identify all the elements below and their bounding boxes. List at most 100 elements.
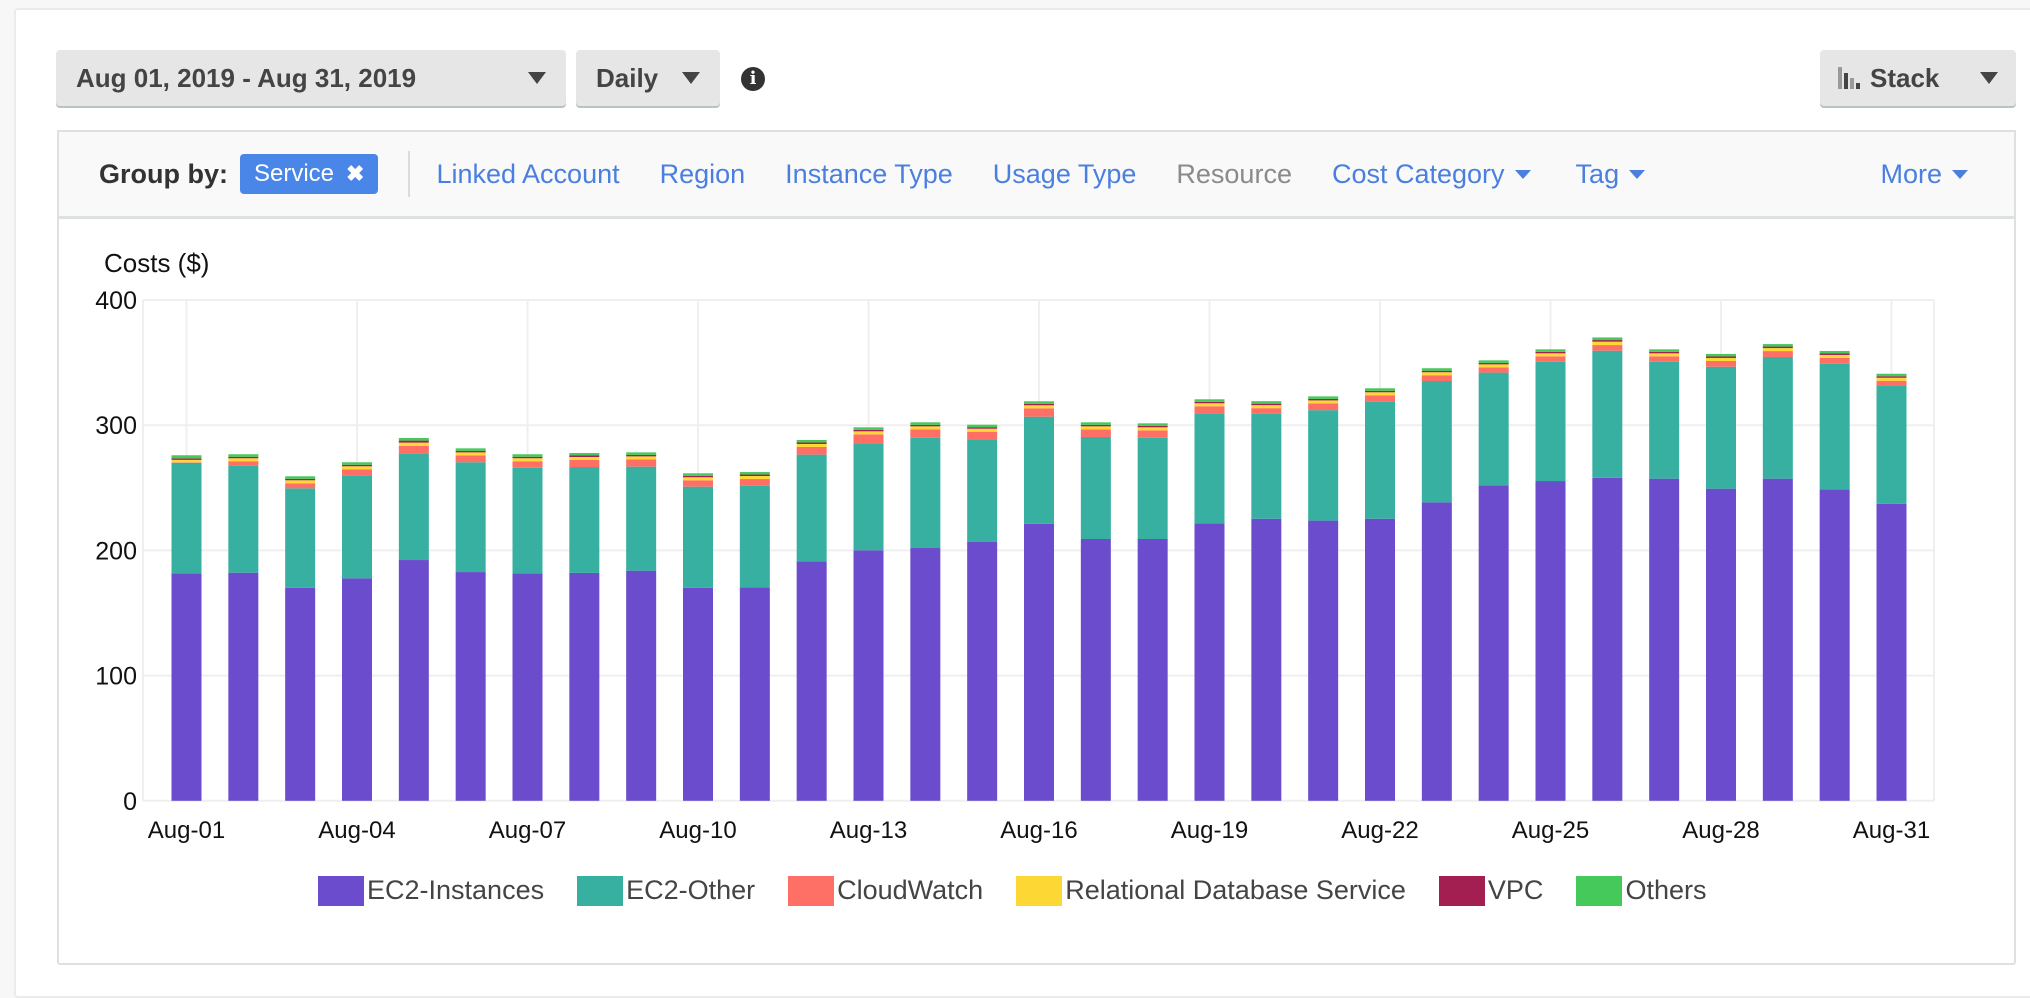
- bar-segment-cloudwatch: [569, 460, 600, 468]
- bar-segment-others: [1080, 422, 1111, 425]
- bar-segment-vpc: [1762, 346, 1793, 349]
- x-tick-label: Aug-10: [659, 817, 736, 844]
- bar-segment-cloudwatch: [285, 483, 316, 489]
- bar-segment-vpc: [1819, 353, 1850, 355]
- bar-segment-cloudwatch: [1706, 360, 1736, 367]
- bar-stack-aug-10: [683, 473, 713, 801]
- bar-segment-ec2-instances: [1478, 485, 1509, 801]
- y-tick-label: 200: [95, 537, 137, 565]
- x-tick-label: Aug-07: [489, 817, 566, 844]
- bar-segment-ec2-instances: [626, 570, 657, 801]
- bar-stack-aug-28: [1706, 353, 1736, 801]
- legend-swatch: [577, 875, 624, 906]
- y-tick-label: 300: [95, 412, 137, 440]
- bar-segment-others: [1308, 396, 1339, 399]
- bar-segment-vpc: [683, 475, 713, 478]
- bar-segment-ec2-instances: [1706, 488, 1736, 801]
- bar-segment-ec2-instances: [171, 573, 202, 801]
- bar-segment-ec2-other: [1876, 386, 1907, 504]
- bar-segment-ec2-other: [1251, 413, 1282, 519]
- legend-item-vpc[interactable]: VPC: [1438, 875, 1544, 906]
- bar-segment-cloudwatch: [1365, 395, 1395, 402]
- bar-segment-ec2-other: [569, 467, 600, 573]
- legend-item-ec2-other[interactable]: EC2-Other: [577, 875, 755, 906]
- bar-segment-ec2-other: [853, 443, 884, 551]
- bar-segment-cloudwatch: [1137, 430, 1168, 438]
- bar-segment-others: [455, 448, 486, 451]
- bar-stack-aug-19: [1194, 399, 1225, 801]
- bar-segment-ec2-instances: [1308, 520, 1339, 801]
- bar-segment-ec2-other: [626, 466, 657, 571]
- x-tick-label: Aug-01: [148, 817, 225, 844]
- bar-segment-ec2-other: [1421, 381, 1452, 503]
- bar-segment-ec2-other: [910, 437, 941, 549]
- bar-segment-ec2-other: [285, 488, 316, 588]
- bar-segment-others: [683, 473, 713, 476]
- bar-segment-relational-database-service: [853, 431, 884, 435]
- legend-label: CloudWatch: [837, 875, 984, 905]
- bar-segment-ec2-other: [1024, 416, 1054, 524]
- bar-segment-cloudwatch: [455, 455, 486, 463]
- bar-segment-relational-database-service: [626, 456, 657, 460]
- bar-segment-ec2-other: [1478, 372, 1509, 486]
- bar-stack-aug-22: [1365, 388, 1395, 801]
- bar-segment-relational-database-service: [1762, 348, 1793, 352]
- bar-segment-others: [1251, 401, 1282, 404]
- legend-item-cloudwatch[interactable]: CloudWatch: [788, 875, 983, 906]
- bar-stack-aug-24: [1478, 360, 1509, 801]
- bar-segment-vpc: [626, 454, 657, 457]
- bar-segment-relational-database-service: [569, 457, 600, 461]
- bar-segment-relational-database-service: [1649, 353, 1680, 357]
- bar-stack-aug-30: [1819, 350, 1850, 801]
- bar-stack-aug-11: [739, 472, 770, 801]
- bar-stack-aug-12: [796, 439, 827, 801]
- bar-segment-ec2-other: [1137, 437, 1168, 540]
- legend-item-ec2-instances[interactable]: EC2-Instances: [318, 875, 544, 906]
- bar-segment-cloudwatch: [1535, 356, 1566, 362]
- bar-segment-ec2-instances: [1592, 477, 1623, 801]
- legend-item-others[interactable]: Others: [1576, 875, 1706, 906]
- bar-segment-relational-database-service: [796, 443, 827, 447]
- bar-segment-others: [910, 422, 941, 425]
- bar-segment-vpc: [910, 424, 941, 427]
- bar-segment-others: [512, 454, 543, 457]
- legend-label: Relational Database Service: [1065, 875, 1406, 905]
- bar-segment-vpc: [228, 456, 259, 459]
- bar-segment-others: [1137, 423, 1168, 426]
- bar-segment-others: [1365, 388, 1395, 391]
- bar-segment-ec2-other: [1308, 410, 1339, 521]
- bar-segment-relational-database-service: [398, 442, 429, 446]
- bar-segment-ec2-instances: [796, 561, 827, 801]
- bar-segment-others: [1194, 399, 1225, 402]
- bar-segment-ec2-other: [1194, 413, 1225, 524]
- legend-label: VPC: [1487, 875, 1544, 905]
- bar-stack-aug-14: [910, 422, 941, 801]
- bar-stack-aug-29: [1762, 344, 1793, 801]
- bar-segment-others: [853, 427, 884, 430]
- bar-segment-vpc: [1649, 351, 1680, 354]
- x-tick-label: Aug-04: [318, 817, 395, 844]
- bar-segment-relational-database-service: [455, 452, 486, 456]
- legend-label: EC2-Instances: [367, 875, 545, 905]
- legend-item-relational-database-service[interactable]: Relational Database Service: [1016, 875, 1406, 906]
- bar-segment-cloudwatch: [739, 479, 770, 486]
- bar-segment-others: [1876, 373, 1907, 377]
- bar-segment-ec2-instances: [455, 572, 486, 801]
- bar-segment-others: [796, 439, 827, 443]
- bar-segment-relational-database-service: [1421, 372, 1452, 376]
- bar-segment-cloudwatch: [1762, 351, 1793, 357]
- bar-stack-aug-04: [342, 462, 372, 801]
- bar-segment-ec2-instances: [1137, 539, 1168, 801]
- bar-segment-ec2-instances: [1251, 518, 1282, 801]
- bar-segment-cloudwatch: [228, 461, 259, 466]
- bar-segment-others: [739, 472, 770, 475]
- bar-segment-ec2-instances: [1194, 523, 1225, 801]
- bar-segment-ec2-instances: [853, 550, 884, 801]
- bar-segment-ec2-other: [1365, 401, 1395, 519]
- bar-segment-others: [1024, 401, 1054, 404]
- bar-segment-ec2-other: [1080, 436, 1111, 540]
- bar-stack-aug-13: [853, 427, 884, 801]
- bar-segment-vpc: [569, 455, 600, 458]
- bar-segment-ec2-instances: [1819, 489, 1850, 801]
- bar-segment-vpc: [171, 458, 202, 460]
